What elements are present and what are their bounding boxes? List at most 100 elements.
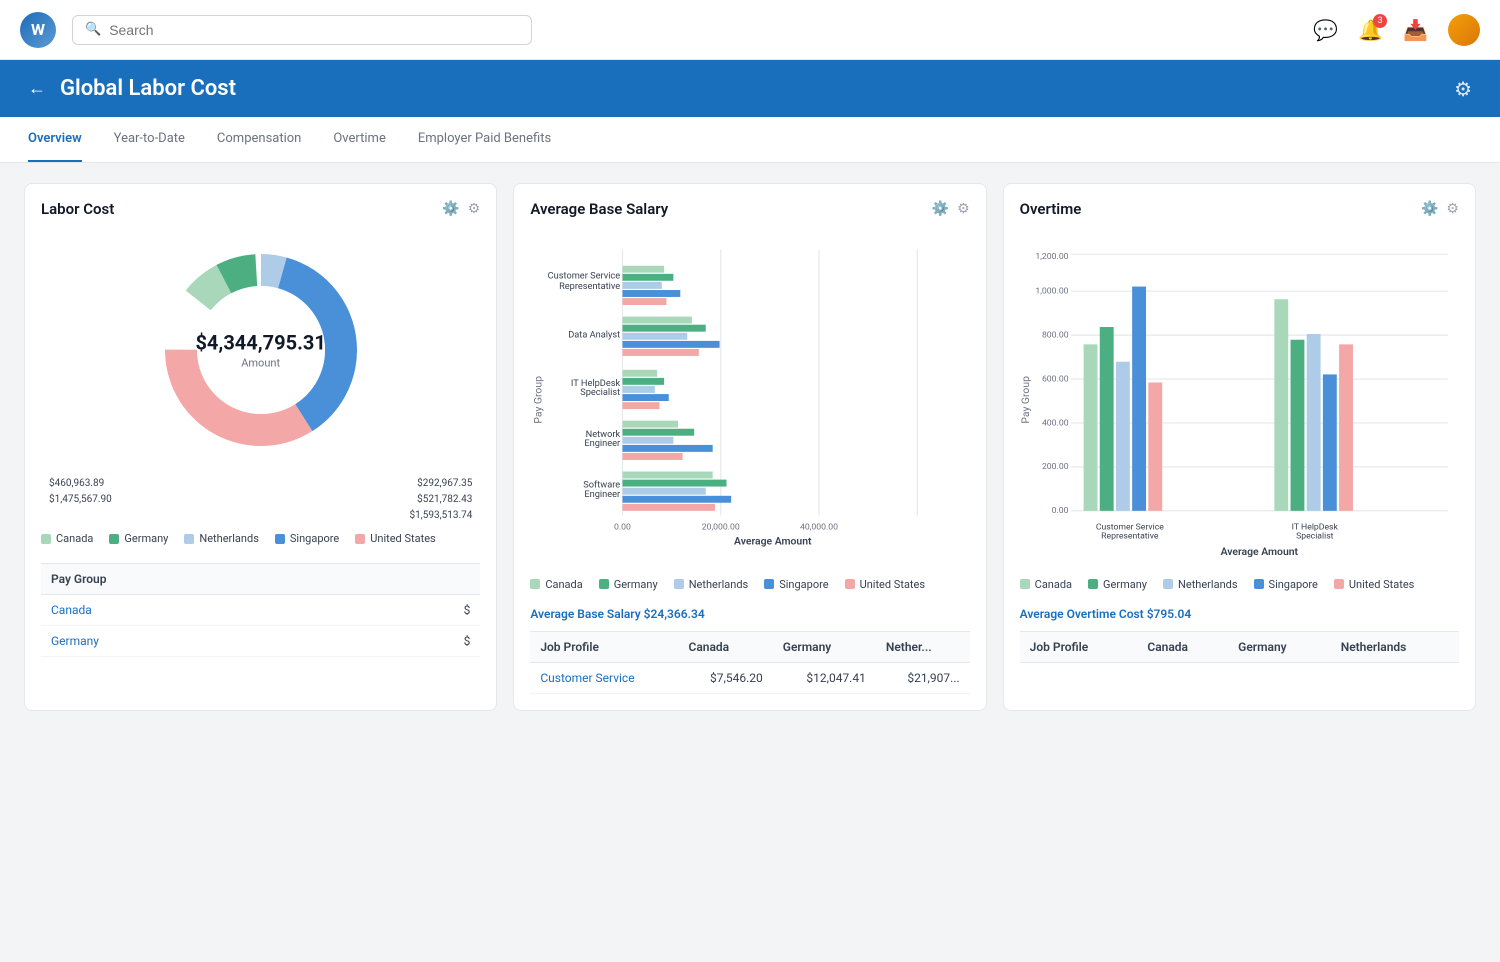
svg-text:400.00: 400.00 [1042, 418, 1069, 428]
tab-employer-benefits[interactable]: Employer Paid Benefits [418, 117, 551, 162]
svg-text:1,000.00: 1,000.00 [1035, 286, 1068, 296]
canada-value: $460,963.89 [49, 476, 104, 492]
avg-salary-card: Average Base Salary ⚙️ ⚙ Pay Group Custo… [513, 183, 986, 711]
overtime-card: Overtime ⚙️ ⚙ Pay Group 0.00 200.00 400.… [1003, 183, 1476, 711]
svg-text:800.00: 800.00 [1042, 330, 1069, 340]
main-content: Labor Cost ⚙️ ⚙ [0, 163, 1500, 731]
search-icon: 🔍 [85, 22, 101, 37]
col-canada: Canada [678, 631, 772, 662]
svg-text:Pay Group: Pay Group [532, 376, 545, 424]
settings-icon-3[interactable]: ⚙ [1446, 201, 1459, 217]
col-germany-ot: Germany [1228, 631, 1331, 662]
nav-icons: 💬 🔔 3 📥 [1313, 14, 1480, 46]
legend-netherlands: Netherlands [184, 532, 259, 545]
labor-cost-title: Labor Cost [41, 200, 114, 218]
avg-salary-header: Average Base Salary ⚙️ ⚙ [530, 200, 969, 218]
settings-icon-card[interactable]: ⚙ [468, 201, 481, 217]
svg-text:Pay Group: Pay Group [1020, 376, 1032, 424]
svg-text:0.00: 0.00 [614, 522, 631, 532]
salary-chart-svg: Pay Group Customer Service Representativ… [530, 238, 969, 562]
table-row: Customer Service $7,546.20 $12,047.41 $2… [530, 662, 969, 693]
overtime-header: Overtime ⚙️ ⚙ [1020, 200, 1459, 218]
tab-overtime[interactable]: Overtime [333, 117, 385, 162]
overtime-table: Job Profile Canada Germany Netherlands [1020, 631, 1459, 663]
filter-icon[interactable]: ⚙️ [442, 201, 459, 217]
settings-icon[interactable]: ⚙ [1454, 77, 1472, 101]
col-job-profile-ot: Job Profile [1020, 631, 1138, 662]
donut-label: Amount [195, 357, 325, 370]
svg-text:Engineer: Engineer [585, 438, 621, 449]
donut-chart-area: $4,344,795.31 Amount [41, 230, 480, 476]
search-box[interactable]: 🔍 [72, 15, 532, 45]
col-pay-group: Pay Group [41, 564, 365, 595]
svg-text:Average Amount: Average Amount [734, 534, 812, 547]
svg-text:600.00: 600.00 [1042, 374, 1069, 384]
donut-chart: $4,344,795.31 Amount [151, 240, 371, 460]
overtime-title: Overtime [1020, 200, 1082, 218]
svg-text:Representative: Representative [559, 281, 620, 292]
svg-text:20,000.00: 20,000.00 [702, 522, 740, 532]
table-row: Germany $ [41, 626, 480, 657]
overtime-bar-chart: Pay Group 0.00 200.00 400.00 600.00 800.… [1020, 230, 1459, 574]
filter-icon-2[interactable]: ⚙️ [932, 201, 949, 217]
svg-text:Specialist: Specialist [581, 387, 621, 398]
avg-overtime-label: Average Overtime Cost $795.04 [1020, 607, 1459, 621]
col-canada-ot: Canada [1137, 631, 1228, 662]
svg-text:200.00: 200.00 [1042, 462, 1069, 472]
search-input[interactable] [109, 22, 519, 38]
legend-canada: Canada [41, 532, 93, 545]
chat-icon[interactable]: 💬 [1313, 18, 1338, 42]
legend-germany: Germany [109, 532, 168, 545]
avg-salary-title: Average Base Salary [530, 200, 668, 218]
page-header: ← Global Labor Cost ⚙ [0, 60, 1500, 117]
donut-total: $4,344,795.31 [195, 331, 325, 355]
legend-us-3: United States [1334, 578, 1414, 591]
legend-netherlands-3: Netherlands [1163, 578, 1238, 591]
overtime-actions: ⚙️ ⚙ [1421, 201, 1459, 217]
legend-singapore: Singapore [275, 532, 339, 545]
germany-value: $292,967.35 [417, 476, 472, 492]
salary-bar-chart: Pay Group Customer Service Representativ… [530, 230, 969, 574]
legend-us-2: United States [845, 578, 925, 591]
col-job-profile: Job Profile [530, 631, 678, 662]
avg-salary-actions: ⚙️ ⚙ [932, 201, 970, 217]
legend-netherlands-2: Netherlands [674, 578, 749, 591]
svg-text:Engineer: Engineer [585, 489, 621, 500]
salary-legend: Canada Germany Netherlands Singapore Uni… [530, 574, 969, 601]
tab-compensation[interactable]: Compensation [217, 117, 301, 162]
svg-text:Customer Service: Customer Service [548, 270, 621, 281]
legend-singapore-2: Singapore [764, 578, 828, 591]
tab-overview[interactable]: Overview [28, 117, 82, 162]
legend-germany-2: Germany [599, 578, 658, 591]
svg-text:40,000.00: 40,000.00 [800, 522, 838, 532]
row-germany[interactable]: Germany [41, 626, 365, 657]
labor-cost-card: Labor Cost ⚙️ ⚙ [24, 183, 497, 711]
col-value [365, 564, 480, 595]
tabs-bar: Overview Year-to-Date Compensation Overt… [0, 117, 1500, 163]
row-canada[interactable]: Canada [41, 595, 365, 626]
avg-salary-label: Average Base Salary $24,366.34 [530, 607, 969, 621]
inbox-icon[interactable]: 📥 [1403, 18, 1428, 42]
col-nether: Nether... [876, 631, 970, 662]
svg-text:Data Analyst: Data Analyst [569, 329, 621, 340]
svg-text:0.00: 0.00 [1051, 506, 1068, 516]
tab-ytd[interactable]: Year-to-Date [114, 117, 185, 162]
top-nav: W 🔍 💬 🔔 3 📥 [0, 0, 1500, 60]
avatar[interactable] [1448, 14, 1480, 46]
bell-icon[interactable]: 🔔 3 [1358, 18, 1383, 42]
row-customer-service[interactable]: Customer Service [530, 662, 678, 693]
singapore-value: $1,593,513.74 [410, 510, 473, 521]
settings-icon-2[interactable]: ⚙ [957, 201, 970, 217]
page-title: Global Labor Cost [60, 76, 236, 101]
legend-germany-3: Germany [1088, 578, 1147, 591]
legend-canada-3: Canada [1020, 578, 1072, 591]
svg-text:Specialist: Specialist [1296, 532, 1334, 542]
notification-badge: 3 [1373, 14, 1387, 28]
back-button[interactable]: ← [28, 78, 46, 99]
overtime-chart-svg: Pay Group 0.00 200.00 400.00 600.00 800.… [1020, 238, 1459, 562]
netherlands-value: $521,782.43 [417, 492, 472, 508]
donut-center: $4,344,795.31 Amount [195, 331, 325, 370]
labor-cost-table: Pay Group Canada $ Germany $ [41, 563, 480, 657]
legend-us: United States [355, 532, 435, 545]
filter-icon-3[interactable]: ⚙️ [1421, 201, 1438, 217]
